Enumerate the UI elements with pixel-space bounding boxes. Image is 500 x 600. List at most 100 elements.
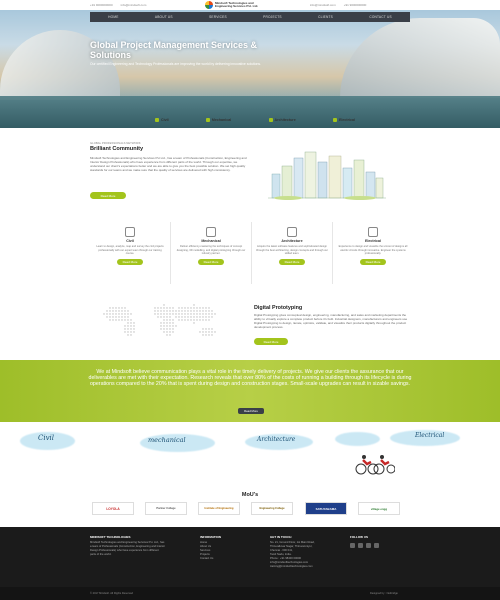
map-dot [127, 316, 129, 318]
mou-logo-3[interactable]: Institute of Engineering [198, 502, 240, 515]
tab-civil-label: Civil [161, 118, 169, 122]
linkedin-icon[interactable] [366, 543, 371, 548]
email-text-right[interactable]: info@mindsoft.com [310, 3, 336, 7]
mou-logo-loyola[interactable]: LOYOLA [92, 502, 134, 515]
map-dot [184, 319, 186, 321]
community-read-more-button[interactable]: Read More [90, 192, 126, 199]
tab-architecture[interactable]: Architecture [268, 116, 296, 124]
sketch-architecture-label: Architecture [257, 436, 296, 443]
footer-about-text: Mindsoft Technologies and Engineering Se… [90, 541, 165, 556]
map-dot [166, 319, 168, 321]
sketch-electrical-label: Electrical [415, 432, 445, 439]
map-dot [121, 316, 123, 318]
nav-about[interactable]: About Us [155, 15, 173, 19]
cloud-shape [335, 432, 380, 446]
mou-logo-village[interactable]: village engg [358, 502, 400, 515]
map-dot [199, 313, 201, 315]
mou-logo-2[interactable]: Partner College [145, 502, 187, 515]
map-dot [169, 328, 171, 330]
map-dot [178, 319, 180, 321]
nav-services[interactable]: Services [209, 15, 227, 19]
nav-projects[interactable]: Projects [263, 15, 282, 19]
footer-follow: Follow Us [350, 535, 410, 541]
map-dot [205, 334, 207, 336]
map-dot [202, 307, 204, 309]
civil-read-more-button[interactable]: Read More [117, 258, 143, 265]
tab-electrical[interactable]: Electrical [332, 116, 355, 124]
phone-text[interactable]: +91 9000000000 [90, 3, 113, 7]
google-plus-icon[interactable] [374, 543, 379, 548]
map-dot [154, 307, 156, 309]
map-dot [190, 316, 192, 318]
service-title: Civil [126, 239, 134, 243]
electrical-read-more-button[interactable]: Read More [360, 258, 386, 265]
map-dot [163, 322, 165, 324]
cyclists-icon [355, 455, 395, 475]
map-dot [193, 304, 195, 306]
map-dot [193, 322, 195, 324]
band-read-more-button[interactable]: Read More [238, 408, 264, 414]
site-logo[interactable]: Mindsoft Technologies and Engineering Se… [205, 0, 300, 10]
map-dot [178, 307, 180, 309]
map-dot [208, 307, 210, 309]
prototyping-title: Digital Prototyping [254, 305, 303, 311]
map-dot [196, 316, 198, 318]
email-text[interactable]: info@mindsoft.com [121, 3, 147, 7]
tab-mechanical[interactable]: Mechanical [205, 116, 231, 124]
sketch-civil-label: Civil [38, 434, 55, 442]
prototyping-text: Digital Prototyping gives conceptual des… [254, 313, 408, 329]
contact-email-2[interactable]: training@mindsofttechnologies.com [270, 565, 345, 569]
map-dot [175, 313, 177, 315]
map-dot [130, 328, 132, 330]
map-dot [127, 310, 129, 312]
map-dot [196, 313, 198, 315]
map-dot [166, 328, 168, 330]
service-tabs: Civil Mechanical Architecture Electrical [155, 116, 355, 124]
map-dot [208, 310, 210, 312]
architecture-icon [268, 118, 273, 122]
designed-by-text[interactable]: Designed by : Netbridge [370, 592, 398, 595]
map-dot [127, 331, 129, 333]
map-dot [109, 313, 111, 315]
map-dot [187, 307, 189, 309]
architecture-read-more-button[interactable]: Read More [279, 258, 305, 265]
map-dot [172, 313, 174, 315]
map-dot [193, 310, 195, 312]
prototyping-read-more-button[interactable]: Read More [254, 338, 288, 345]
mechanical-read-more-button[interactable]: Read More [198, 258, 224, 265]
nav-clients[interactable]: Clients [318, 15, 333, 19]
tab-civil[interactable]: Civil [155, 116, 169, 124]
map-dot [130, 334, 132, 336]
map-dot [181, 310, 183, 312]
twitter-icon[interactable] [358, 543, 363, 548]
map-dot [205, 331, 207, 333]
footer-link-contact[interactable]: Contact Us [200, 557, 250, 561]
map-dot [124, 328, 126, 330]
map-dot [163, 310, 165, 312]
map-dot [163, 319, 165, 321]
phone-text-right[interactable]: +91 9000000000 [344, 3, 367, 7]
map-dot [112, 313, 114, 315]
map-dot [199, 319, 201, 321]
civil-icon [125, 227, 135, 237]
footer-follow-heading: Follow Us [350, 535, 368, 539]
map-dot [118, 316, 120, 318]
map-dot [166, 334, 168, 336]
map-dot [160, 325, 162, 327]
mou-logo-4[interactable]: Engineering College [251, 502, 293, 515]
world-map-illustration [103, 304, 216, 336]
mou-logo-sathyabama[interactable]: SATHYABAMA [305, 502, 347, 515]
facebook-icon[interactable] [350, 543, 355, 548]
map-dot [211, 310, 213, 312]
map-dot [205, 310, 207, 312]
map-dot [121, 313, 123, 315]
nav-contact[interactable]: Contact Us [369, 15, 391, 19]
map-dot [163, 325, 165, 327]
map-dot [115, 316, 117, 318]
nav-home[interactable]: Home [108, 15, 118, 19]
mechanical-icon [205, 118, 210, 122]
map-dot [157, 307, 159, 309]
map-dot [211, 328, 213, 330]
service-text: Learn to design, analyze, map and survey… [96, 245, 164, 256]
map-dot [172, 310, 174, 312]
